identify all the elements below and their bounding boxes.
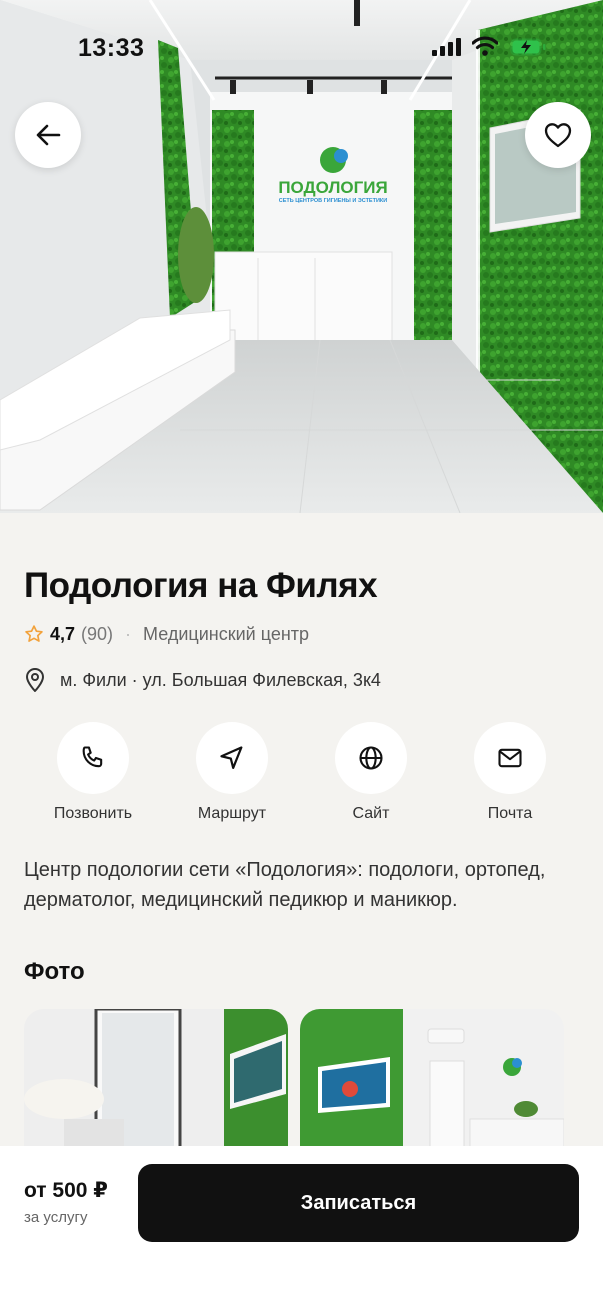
- address-row[interactable]: м. Фили · ул. Большая Филевская, 3к4: [24, 667, 381, 693]
- photos-heading: Фото: [24, 958, 85, 985]
- mail-icon: [498, 748, 522, 768]
- price-label: от 500 ₽: [24, 1179, 108, 1202]
- status-time: 13:33: [78, 34, 145, 62]
- call-action[interactable]: Позвонить: [33, 722, 153, 823]
- price-unit: за услугу: [24, 1209, 88, 1226]
- separator-dot: ·: [125, 623, 132, 644]
- website-label: Сайт: [352, 805, 390, 822]
- photo-thumbnail[interactable]: [24, 1009, 288, 1149]
- booking-bar: от 500 ₽ за услугу Записаться: [0, 1146, 603, 1311]
- email-label: Почта: [487, 805, 533, 822]
- clinic-logo-text: ПОДОЛОГИЯ: [278, 178, 387, 197]
- quick-actions: Позвонить Маршрут Сайт Почта: [0, 722, 603, 832]
- email-action[interactable]: Почта: [450, 722, 570, 823]
- battery-charging-icon: [510, 38, 546, 56]
- heart-icon: [544, 123, 572, 148]
- star-icon: [25, 625, 43, 642]
- route-button[interactable]: [196, 722, 268, 794]
- location-pin-icon: [26, 668, 44, 692]
- arrow-left-icon: [36, 124, 61, 146]
- call-button[interactable]: [57, 722, 129, 794]
- clinic-logo-subtext: СЕТЬ ЦЕНТРОВ ГИГИЕНЫ И ЭСТЕТИКИ: [279, 198, 387, 204]
- hero-photo[interactable]: ПОДОЛОГИЯ СЕТЬ ЦЕНТРОВ ГИГИЕНЫ И ЭСТЕТИК…: [0, 0, 603, 513]
- website-button[interactable]: [335, 722, 407, 794]
- back-button[interactable]: [15, 102, 81, 168]
- wifi-icon: [472, 36, 498, 56]
- route-label: Маршрут: [197, 805, 267, 822]
- photo-carousel[interactable]: [24, 1009, 603, 1149]
- rating-value: 4,7: [50, 623, 76, 644]
- photo-thumbnail[interactable]: [300, 1009, 564, 1149]
- rating-row[interactable]: 4,7 (90) · Медицинский центр: [24, 622, 309, 646]
- navigation-arrow-icon: [220, 746, 243, 770]
- review-count: (90): [81, 623, 114, 644]
- globe-icon: [359, 746, 383, 770]
- website-action[interactable]: Сайт: [311, 722, 431, 823]
- book-button[interactable]: Записаться: [138, 1164, 579, 1242]
- place-title: Подология на Филях: [24, 566, 378, 605]
- treatment-room-image: [24, 1009, 288, 1149]
- clinic-room-image: [300, 1009, 564, 1149]
- phone-icon: [82, 746, 103, 768]
- address-text: м. Фили · ул. Большая Филевская, 3к4: [60, 669, 381, 690]
- email-button[interactable]: [474, 722, 546, 794]
- place-category: Медицинский центр: [143, 623, 310, 644]
- cellular-signal-icon: [432, 38, 461, 56]
- status-bar: 13:33: [0, 0, 603, 96]
- favorite-button[interactable]: [525, 102, 591, 168]
- place-description: Центр подологии сети «Подология»: подоло…: [24, 859, 546, 911]
- route-action[interactable]: Маршрут: [172, 722, 292, 823]
- call-label: Позвонить: [53, 805, 133, 822]
